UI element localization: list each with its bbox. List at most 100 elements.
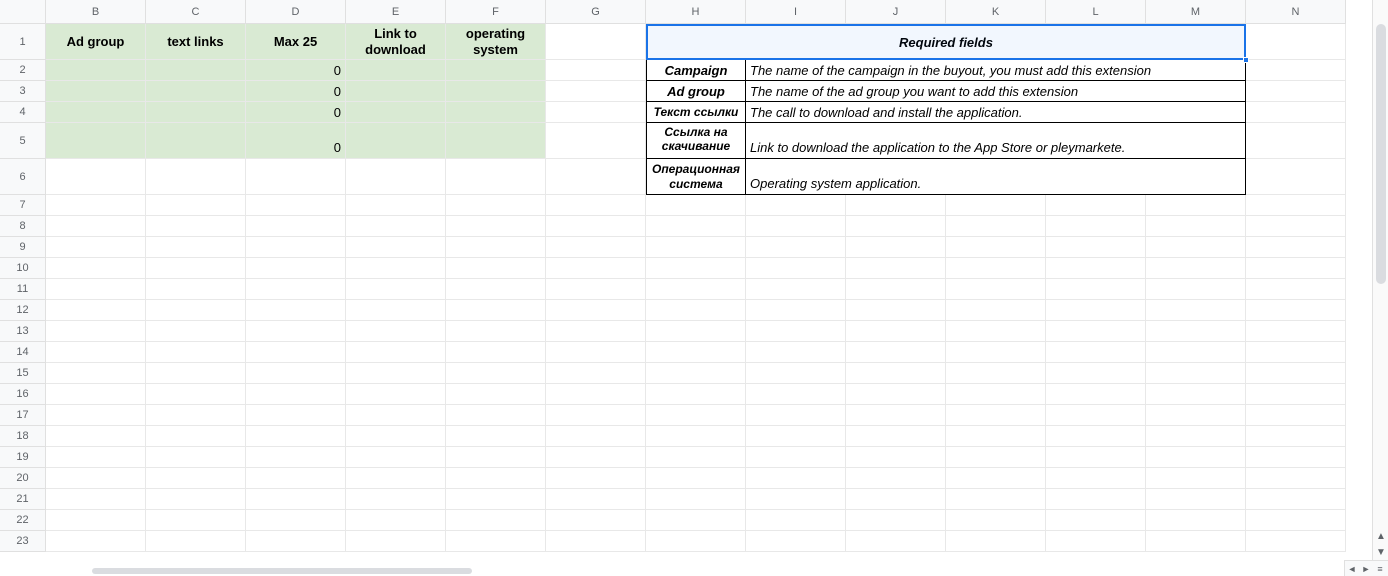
cell-I22[interactable] [746,510,846,531]
cell-G12[interactable] [546,300,646,321]
cell-M8[interactable] [1146,216,1246,237]
cell-L21[interactable] [1046,489,1146,510]
cell-B14[interactable] [46,342,146,363]
cell-I18[interactable] [746,426,846,447]
cell-N13[interactable] [1246,321,1346,342]
cell-C3[interactable] [146,81,246,102]
cell-M7[interactable] [1146,195,1246,216]
cell-F12[interactable] [446,300,546,321]
cell-B2[interactable] [46,60,146,81]
col-header-N[interactable]: N [1246,0,1346,24]
cell-F16[interactable] [446,384,546,405]
cell-C6[interactable] [146,159,246,195]
cell-I3-merged[interactable]: The name of the ad group you want to add… [746,81,1246,102]
cell-G15[interactable] [546,363,646,384]
cell-C12[interactable] [146,300,246,321]
cell-H20[interactable] [646,468,746,489]
cell-N5[interactable] [1246,123,1346,159]
col-header-H[interactable]: H [646,0,746,24]
cell-M22[interactable] [1146,510,1246,531]
cell-G2[interactable] [546,60,646,81]
cell-G14[interactable] [546,342,646,363]
cell-N18[interactable] [1246,426,1346,447]
cell-F13[interactable] [446,321,546,342]
cell-L23[interactable] [1046,531,1146,552]
cell-M9[interactable] [1146,237,1246,258]
cell-C10[interactable] [146,258,246,279]
cell-N21[interactable] [1246,489,1346,510]
cell-K21[interactable] [946,489,1046,510]
col-header-M[interactable]: M [1146,0,1246,24]
cell-E4[interactable] [346,102,446,123]
cell-N2[interactable] [1246,60,1346,81]
cell-B19[interactable] [46,447,146,468]
cell-H5[interactable]: Ссылка на скачивание [646,123,746,159]
cell-E15[interactable] [346,363,446,384]
row-header-8[interactable]: 8 [0,216,46,237]
cell-D16[interactable] [246,384,346,405]
cell-I13[interactable] [746,321,846,342]
col-header-I[interactable]: I [746,0,846,24]
cell-M23[interactable] [1146,531,1246,552]
cell-D15[interactable] [246,363,346,384]
cell-F8[interactable] [446,216,546,237]
cell-H21[interactable] [646,489,746,510]
cell-E5[interactable] [346,123,446,159]
cell-E2[interactable] [346,60,446,81]
cell-K9[interactable] [946,237,1046,258]
cell-M12[interactable] [1146,300,1246,321]
cell-D13[interactable] [246,321,346,342]
col-header-D[interactable]: D [246,0,346,24]
cell-F18[interactable] [446,426,546,447]
row-header-9[interactable]: 9 [0,237,46,258]
col-header-F[interactable]: F [446,0,546,24]
cell-F3[interactable] [446,81,546,102]
cell-H11[interactable] [646,279,746,300]
cell-I21[interactable] [746,489,846,510]
cell-M11[interactable] [1146,279,1246,300]
cell-D7[interactable] [246,195,346,216]
cell-E20[interactable] [346,468,446,489]
cell-D4[interactable]: 0 [246,102,346,123]
cell-K18[interactable] [946,426,1046,447]
cell-E13[interactable] [346,321,446,342]
cell-M21[interactable] [1146,489,1246,510]
col-header-K[interactable]: K [946,0,1046,24]
cell-F9[interactable] [446,237,546,258]
cell-L8[interactable] [1046,216,1146,237]
cell-G8[interactable] [546,216,646,237]
cell-H12[interactable] [646,300,746,321]
cell-K12[interactable] [946,300,1046,321]
cell-J14[interactable] [846,342,946,363]
cell-F10[interactable] [446,258,546,279]
row-header-3[interactable]: 3 [0,81,46,102]
cell-C11[interactable] [146,279,246,300]
cell-G6[interactable] [546,159,646,195]
cell-G23[interactable] [546,531,646,552]
cell-B9[interactable] [46,237,146,258]
cell-D10[interactable] [246,258,346,279]
cell-C15[interactable] [146,363,246,384]
cell-G13[interactable] [546,321,646,342]
cell-C20[interactable] [146,468,246,489]
cell-D23[interactable] [246,531,346,552]
cell-E21[interactable] [346,489,446,510]
cell-L17[interactable] [1046,405,1146,426]
cell-N9[interactable] [1246,237,1346,258]
cell-F15[interactable] [446,363,546,384]
cell-D6[interactable] [246,159,346,195]
cell-B17[interactable] [46,405,146,426]
cell-I8[interactable] [746,216,846,237]
cell-I14[interactable] [746,342,846,363]
cell-F14[interactable] [446,342,546,363]
cell-B22[interactable] [46,510,146,531]
cell-G4[interactable] [546,102,646,123]
cell-L22[interactable] [1046,510,1146,531]
cell-M17[interactable] [1146,405,1246,426]
cell-H23[interactable] [646,531,746,552]
cell-H7[interactable] [646,195,746,216]
cell-K11[interactable] [946,279,1046,300]
cell-C8[interactable] [146,216,246,237]
col-header-L[interactable]: L [1046,0,1146,24]
cell-H13[interactable] [646,321,746,342]
